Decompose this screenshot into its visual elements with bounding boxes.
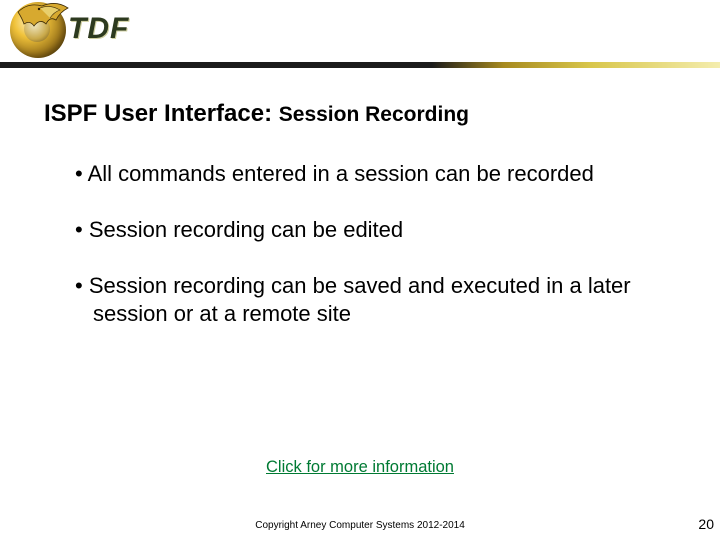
more-info-link-wrap: Click for more information [0, 458, 720, 477]
bullet-item: Session recording can be edited [75, 216, 665, 244]
header-divider [0, 62, 720, 68]
slide-title: ISPF User Interface: Session Recording [44, 100, 469, 128]
bullet-item: All commands entered in a session can be… [75, 160, 665, 188]
copyright-text: Copyright Arney Computer Systems 2012-20… [0, 520, 720, 531]
page-number: 20 [698, 516, 714, 532]
bullet-list: All commands entered in a session can be… [75, 160, 665, 357]
logo: TDF [10, 2, 66, 58]
slide-header: TDF [0, 0, 720, 68]
bullet-item: Session recording can be saved and execu… [75, 272, 665, 328]
eagle-icon [16, 2, 70, 40]
more-info-link[interactable]: Click for more information [266, 458, 454, 476]
slide: TDF ISPF User Interface: Session Recordi… [0, 0, 720, 540]
logo-text: TDF [68, 12, 129, 46]
title-main: ISPF User Interface: [44, 100, 272, 127]
title-sub: Session Recording [279, 103, 469, 126]
